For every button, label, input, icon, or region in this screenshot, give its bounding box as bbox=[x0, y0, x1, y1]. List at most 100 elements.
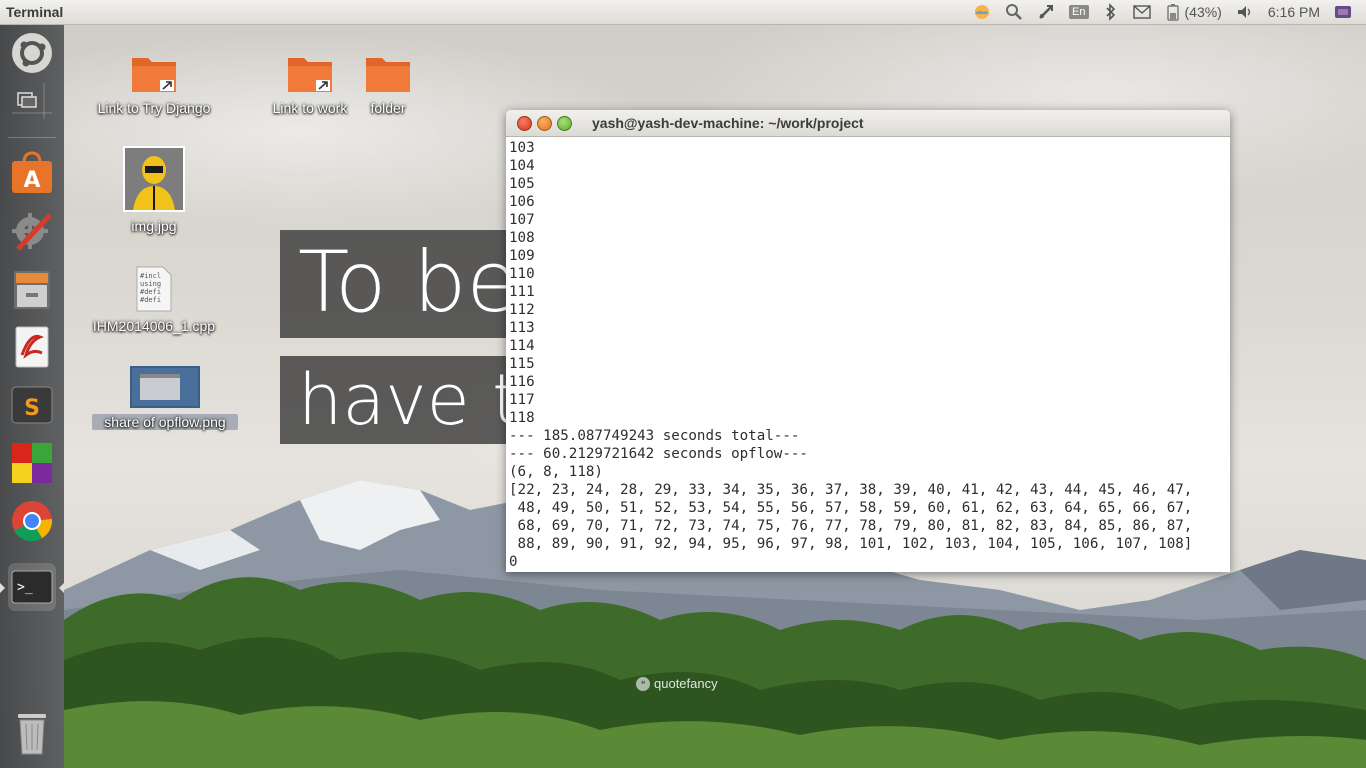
desktop-icon-label: Link to work bbox=[272, 100, 348, 116]
battery-indicator[interactable]: (43%) bbox=[1165, 0, 1222, 24]
wallpaper-quote-line2: have t bbox=[280, 356, 506, 444]
focused-indicator-icon bbox=[59, 583, 64, 593]
network-icon[interactable] bbox=[1037, 0, 1055, 24]
terminal-line: --- 185.087749243 seconds total--- bbox=[509, 428, 800, 444]
desktop-icon-img-jpg[interactable]: img.jpg bbox=[112, 146, 196, 234]
terminal-line: 116 bbox=[509, 374, 535, 390]
software-center-button[interactable]: A bbox=[8, 149, 56, 197]
quote-mark-icon: ❝ bbox=[636, 676, 650, 691]
document-viewer-icon bbox=[15, 326, 49, 368]
desktop-icon-label: Link to Try Django bbox=[97, 100, 211, 116]
terminal-line: 112 bbox=[509, 302, 535, 318]
desktop-icon-label: IHM2014006_1.cpp bbox=[92, 318, 216, 334]
svg-text:#defi: #defi bbox=[140, 288, 161, 296]
terminal-line: 68, 69, 70, 71, 72, 73, 74, 75, 76, 77, … bbox=[509, 518, 1193, 534]
trash-icon bbox=[18, 714, 46, 755]
desktop-icon-share-of-opflow[interactable]: share of opflow.png bbox=[92, 366, 238, 430]
desktop-icon-label: folder bbox=[370, 100, 406, 116]
desktop-icon-folder[interactable]: folder bbox=[360, 52, 416, 116]
trash-button[interactable] bbox=[8, 709, 56, 757]
launcher: A S >_ bbox=[0, 25, 64, 768]
wallpaper-forest bbox=[64, 577, 1366, 768]
top-panel: Terminal En (43%) 6:16 PM bbox=[0, 0, 1366, 25]
svg-text:A: A bbox=[23, 168, 40, 193]
svg-text:#incl: #incl bbox=[140, 272, 161, 280]
chrome-icon bbox=[12, 501, 53, 542]
system-settings-button[interactable] bbox=[8, 207, 56, 255]
active-app-title[interactable]: Terminal bbox=[0, 4, 63, 20]
desktop-icon-link-to-work[interactable]: Link to work bbox=[262, 52, 358, 116]
search-icon[interactable] bbox=[1005, 0, 1023, 24]
terminal-line: 106 bbox=[509, 194, 535, 210]
terminal-line: 48, 49, 50, 51, 52, 53, 54, 55, 56, 57, … bbox=[509, 500, 1193, 516]
chrome-button[interactable] bbox=[8, 497, 56, 545]
wallpaper-brand: ❝ quotefancy bbox=[636, 676, 718, 691]
mail-icon[interactable] bbox=[1132, 0, 1151, 24]
folder-link-icon bbox=[132, 58, 176, 92]
terminal-line: (6, 8, 118) bbox=[509, 464, 603, 480]
document-viewer-button[interactable] bbox=[8, 323, 56, 371]
running-indicator-icon bbox=[0, 583, 5, 593]
folder-link-icon bbox=[288, 58, 332, 92]
terminal-title: yash@yash-dev-machine: ~/work/project bbox=[592, 115, 864, 131]
desktop-icon-label: img.jpg bbox=[131, 218, 177, 234]
svg-text:S: S bbox=[24, 396, 40, 421]
svg-text:>_: >_ bbox=[17, 580, 33, 595]
bluetooth-icon[interactable] bbox=[1103, 0, 1119, 24]
colored-cube-icon bbox=[12, 443, 52, 483]
svg-text:#defi: #defi bbox=[140, 296, 161, 304]
terminal-line: 103 bbox=[509, 140, 535, 156]
wallpaper-quote-line1: To be bbox=[280, 230, 506, 338]
sublime-text-icon: S bbox=[11, 386, 53, 424]
terminal-line: 118 bbox=[509, 410, 535, 426]
keyboard-icon[interactable]: En bbox=[1069, 0, 1089, 24]
svg-text:using: using bbox=[140, 280, 161, 288]
cube-app-button[interactable] bbox=[8, 439, 56, 487]
terminal-line: 109 bbox=[509, 248, 535, 264]
terminal-line: 108 bbox=[509, 230, 535, 246]
file-cabinet-icon bbox=[14, 271, 50, 309]
ubuntu-logo-icon bbox=[12, 33, 52, 73]
maximize-button[interactable] bbox=[557, 115, 572, 131]
terminal-line: 105 bbox=[509, 176, 535, 192]
desktop-icon-label: share of opflow.png bbox=[92, 414, 238, 430]
terminal-button[interactable]: >_ bbox=[8, 563, 56, 611]
folder-icon bbox=[366, 58, 410, 92]
terminal-line: 88, 89, 90, 91, 92, 94, 95, 96, 97, 98, … bbox=[509, 536, 1193, 552]
weather-icon[interactable] bbox=[973, 0, 991, 24]
screenshot-thumbnail-icon bbox=[130, 366, 200, 408]
terminal-output[interactable]: 103 104 105 106 107 108 109 110 111 112 113 114 115 1… bbox=[506, 137, 1230, 571]
launcher-separator bbox=[8, 137, 56, 138]
terminal-line: --- 60.2129721642 seconds opflow--- bbox=[509, 446, 808, 462]
clock[interactable]: 6:16 PM bbox=[1268, 0, 1320, 24]
terminal-line: 0 bbox=[509, 554, 518, 570]
terminal-line: 113 bbox=[509, 320, 535, 336]
desktop-icon-try-django[interactable]: Link to Try Django bbox=[88, 52, 220, 116]
files-button[interactable] bbox=[8, 265, 56, 313]
terminal-line: 111 bbox=[509, 284, 535, 300]
volume-icon[interactable] bbox=[1236, 0, 1254, 24]
cpp-file-icon: #incl using #defi #defi bbox=[136, 266, 172, 312]
close-button[interactable] bbox=[517, 115, 532, 131]
terminal-line: [22, 23, 24, 28, 29, 33, 34, 35, 36, 37,… bbox=[509, 482, 1193, 498]
minimize-button[interactable] bbox=[537, 115, 552, 131]
terminal-line: 110 bbox=[509, 266, 535, 282]
session-icon[interactable] bbox=[1334, 0, 1352, 24]
workspace-switcher-button[interactable] bbox=[8, 81, 56, 121]
terminal-line: 104 bbox=[509, 158, 535, 174]
image-thumbnail-icon bbox=[123, 146, 185, 212]
indicator-area: En (43%) 6:16 PM bbox=[959, 0, 1366, 24]
desktop-icon-cpp-file[interactable]: #incl using #defi #defi IHM2014006_1.cpp bbox=[86, 266, 222, 334]
terminal-line: 107 bbox=[509, 212, 535, 228]
terminal-titlebar[interactable]: yash@yash-dev-machine: ~/work/project bbox=[506, 110, 1230, 137]
battery-icon bbox=[1166, 4, 1179, 21]
sublime-text-button[interactable]: S bbox=[8, 381, 56, 429]
terminal-line: 115 bbox=[509, 356, 535, 372]
dash-home-button[interactable] bbox=[8, 29, 56, 77]
terminal-line: 117 bbox=[509, 392, 535, 408]
settings-icon bbox=[12, 213, 52, 251]
software-center-icon: A bbox=[12, 151, 52, 193]
terminal-line: 114 bbox=[509, 338, 535, 354]
workspaces-icon bbox=[12, 83, 52, 119]
terminal-window[interactable]: yash@yash-dev-machine: ~/work/project 10… bbox=[506, 110, 1230, 572]
